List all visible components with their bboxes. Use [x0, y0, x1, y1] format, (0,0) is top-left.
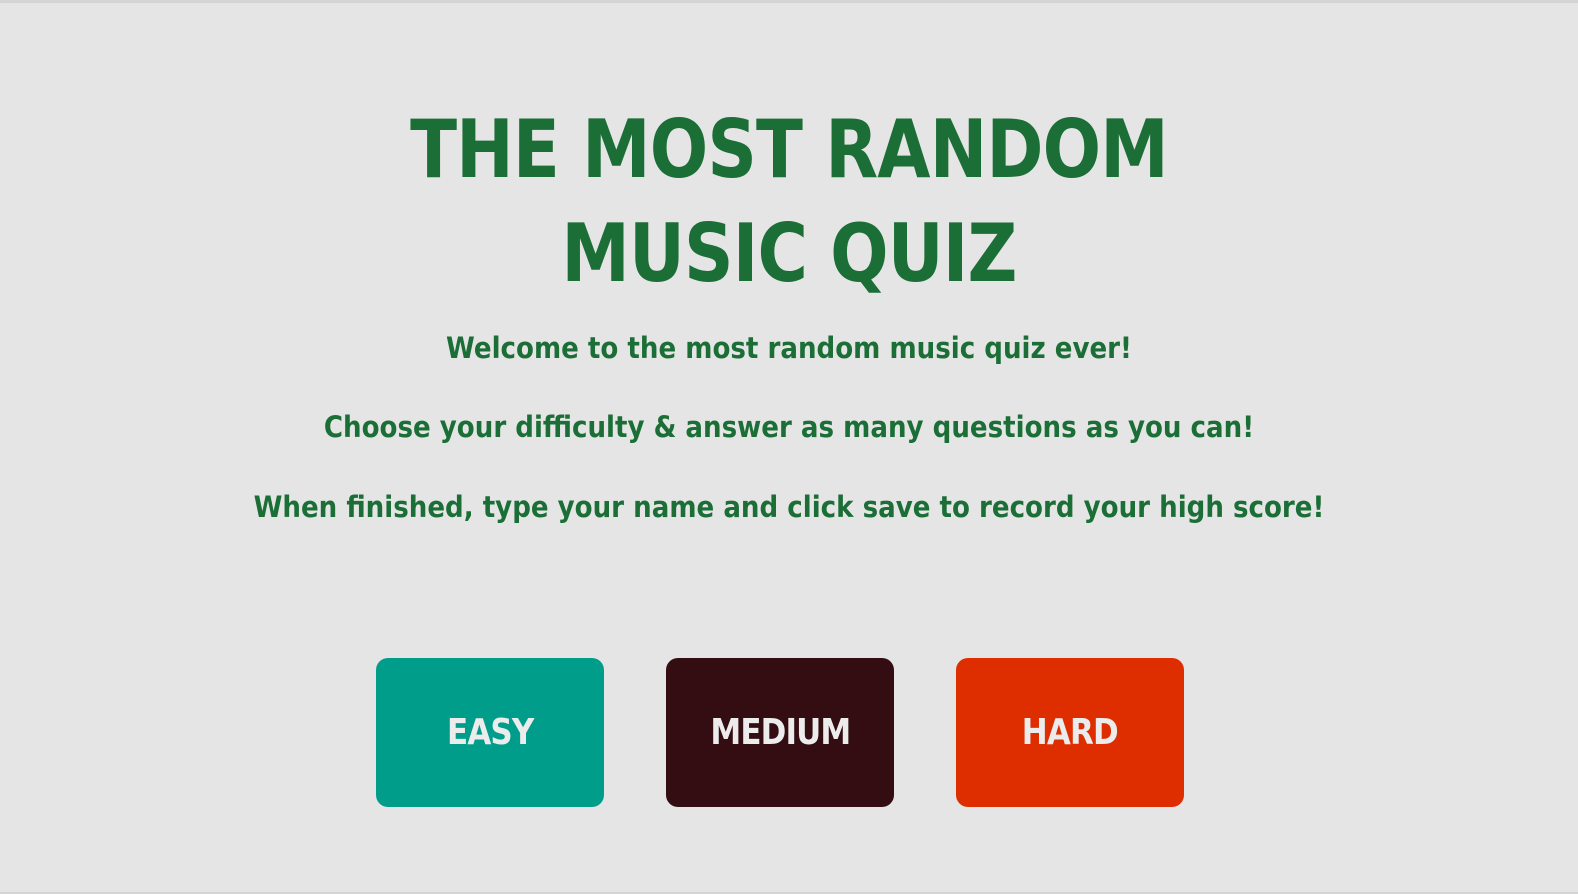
easy-button[interactable]: EASY [376, 658, 604, 807]
hard-button[interactable]: HARD [956, 658, 1184, 807]
title-line-1: THE MOST RANDOM [410, 103, 1169, 196]
title-line-2: MUSIC QUIZ [561, 207, 1017, 300]
easy-button-label: EASY [446, 712, 534, 753]
medium-button-label: MEDIUM [710, 712, 851, 753]
difficulty-instruction-text: Choose your difficulty & answer as many … [323, 410, 1255, 444]
page-title: THE MOST RANDOM MUSIC QUIZ [110, 98, 1467, 306]
welcome-text: Welcome to the most random music quiz ev… [446, 331, 1132, 365]
save-score-instruction-text: When finished, type your name and click … [253, 490, 1325, 524]
hard-button-label: HARD [1022, 712, 1119, 753]
medium-button[interactable]: MEDIUM [666, 658, 894, 807]
start-screen: THE MOST RANDOM MUSIC QUIZ Welcome to th… [0, 3, 1578, 892]
